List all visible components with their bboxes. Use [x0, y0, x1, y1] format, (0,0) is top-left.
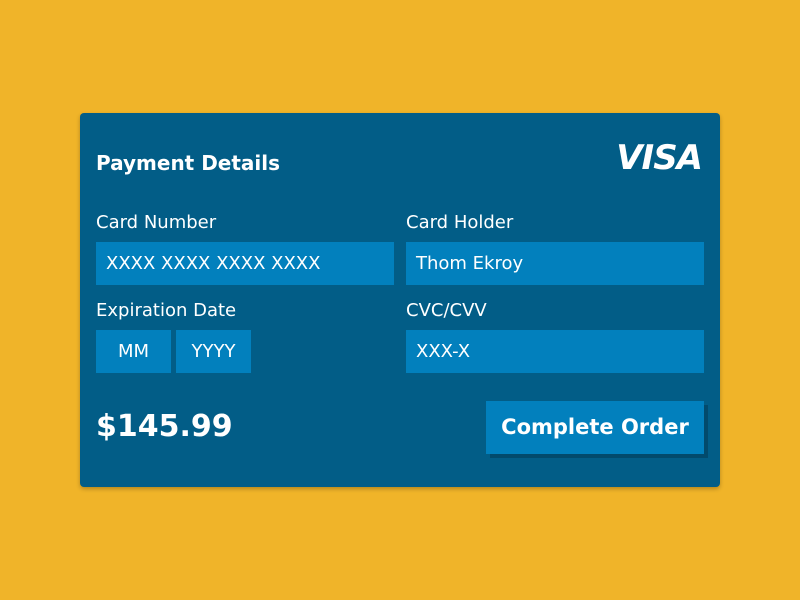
card-holder-field[interactable]: Thom Ekroy — [406, 242, 704, 285]
expiration-month-field[interactable]: MM — [96, 330, 171, 373]
cvc-label: CVC/CVV — [406, 300, 487, 321]
card-number-field[interactable]: XXXX XXXX XXXX XXXX — [96, 242, 394, 285]
expiration-date-label: Expiration Date — [96, 300, 237, 321]
order-total: $145.99 — [96, 409, 233, 444]
payment-card: Payment Details VISA Card Number XXXX XX… — [80, 113, 720, 487]
form-title: Payment Details — [96, 151, 281, 175]
complete-order-button[interactable]: Complete Order — [486, 401, 704, 454]
card-holder-label: Card Holder — [406, 212, 514, 233]
cvc-field[interactable]: XXX-X — [406, 330, 704, 373]
visa-logo-icon: VISA — [616, 138, 703, 178]
card-number-label: Card Number — [96, 212, 217, 233]
expiration-year-field[interactable]: YYYY — [176, 330, 251, 373]
